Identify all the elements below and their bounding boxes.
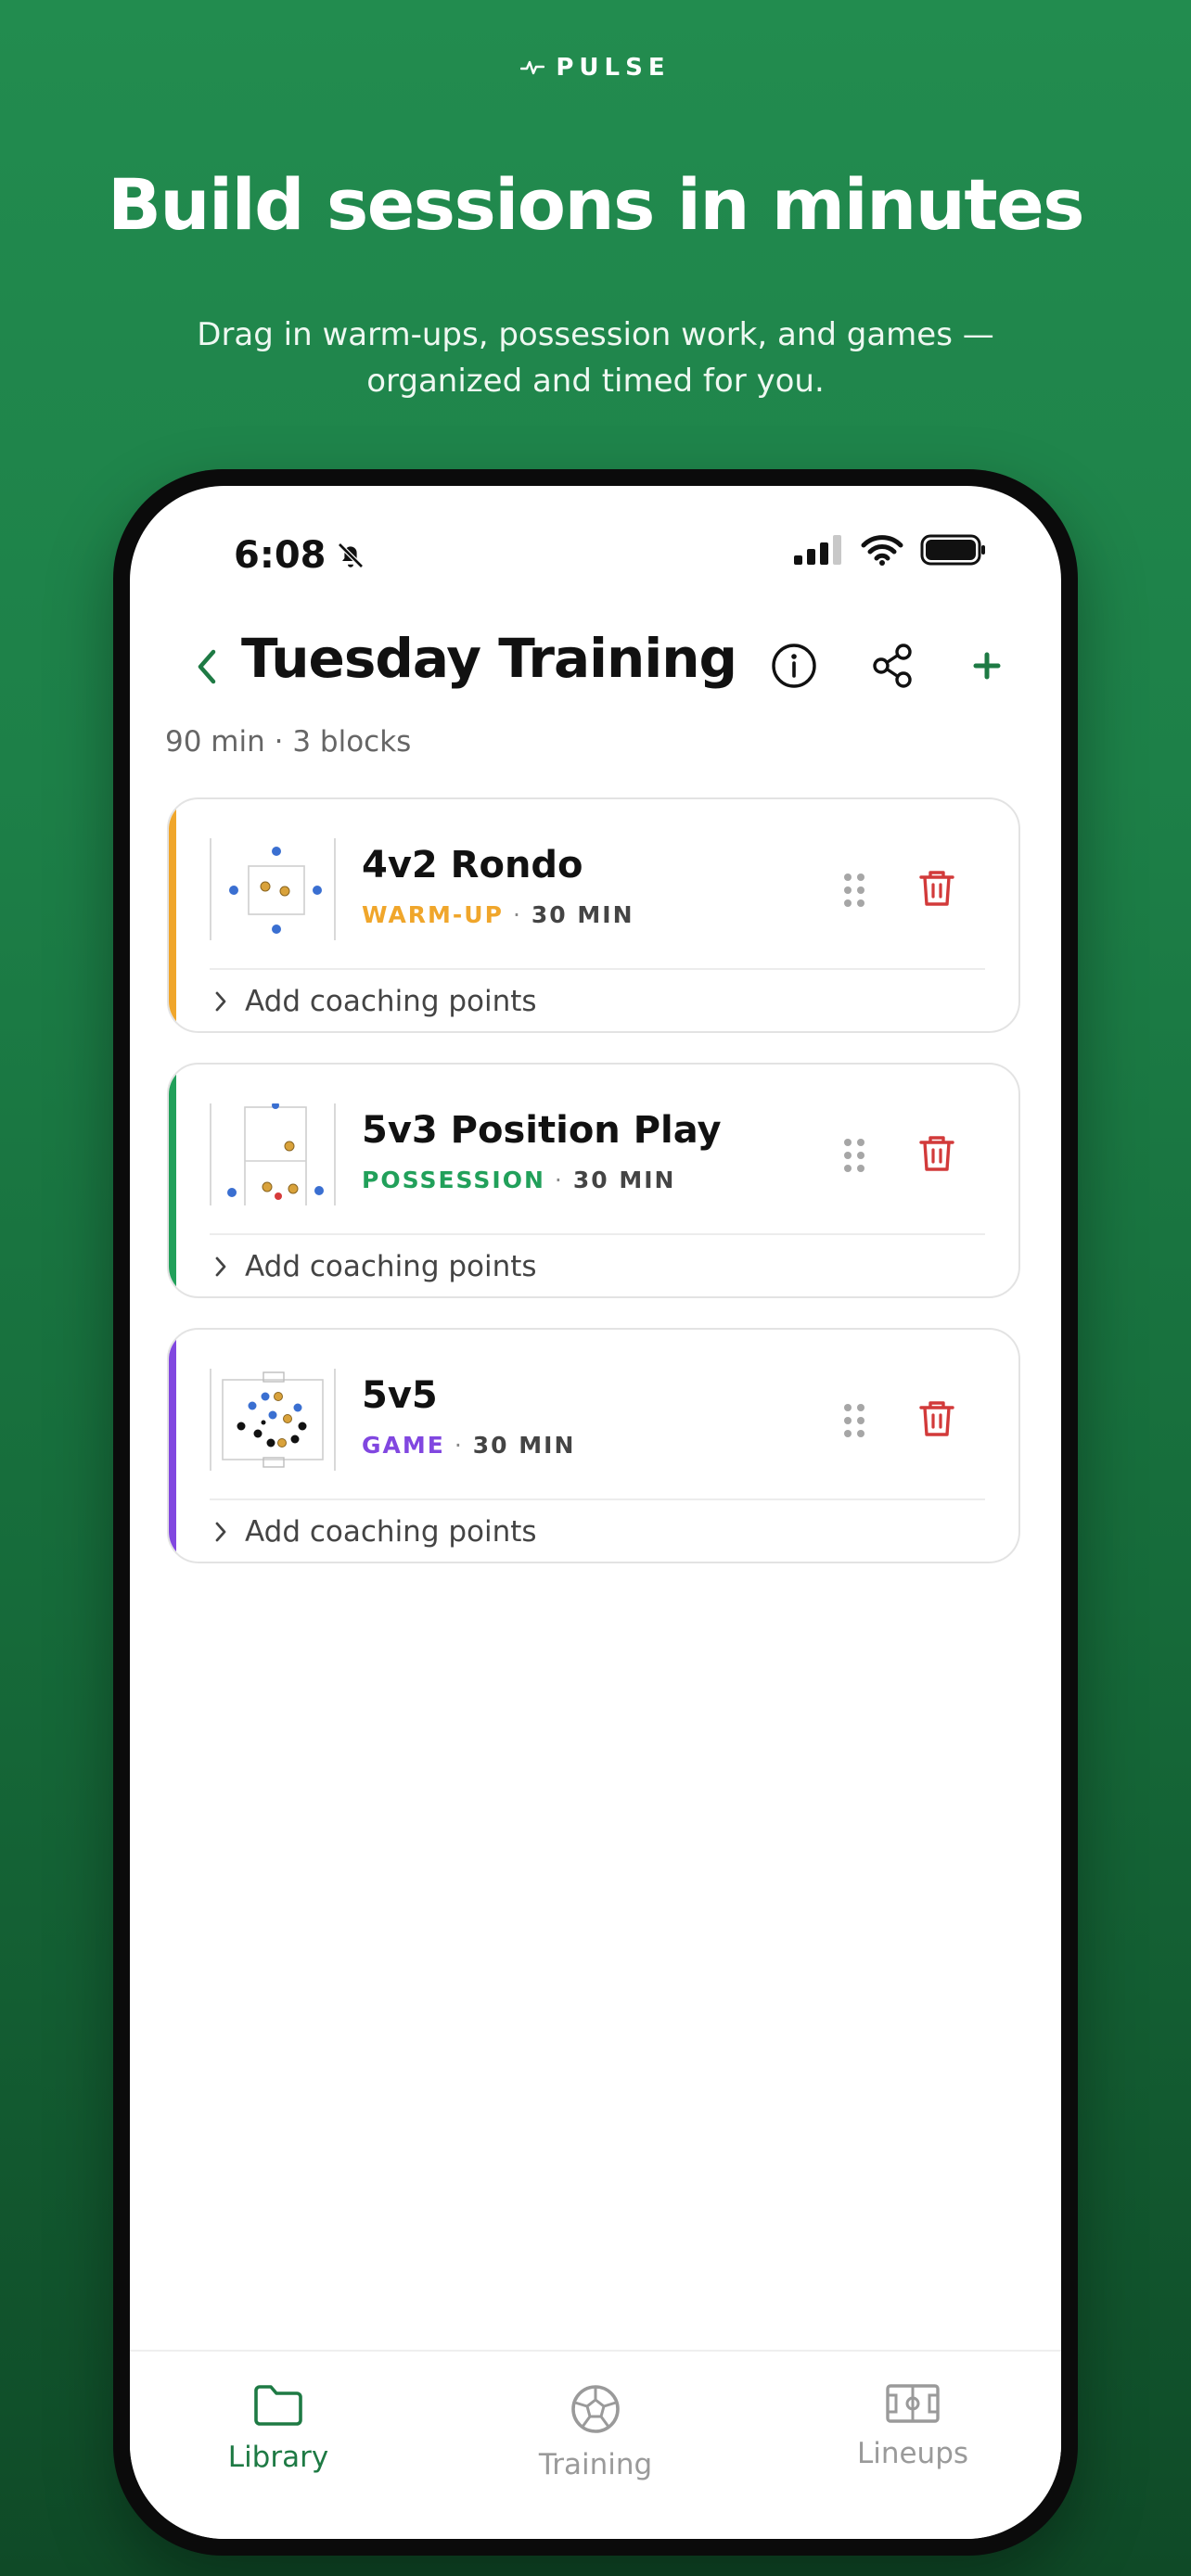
drill-title: 5v3 Position Play [362,1109,722,1152]
drill-category: GAME [362,1432,445,1459]
delete-button[interactable] [915,1131,959,1176]
signal-icon [794,535,841,565]
share-button[interactable] [864,638,920,694]
tab-label: Lineups [856,2437,969,2470]
battery-icon [920,534,985,566]
pitch-icon [886,2384,940,2423]
status-indicators [794,534,987,566]
back-button[interactable] [184,642,230,692]
phone-frame: 6:08 Tuesday Training 90 min · 3 blocks … [113,469,1078,2556]
tab-label: Library [227,2441,329,2474]
coaching-points-toggle[interactable]: Add coaching points [213,985,537,1018]
drill-meta: WARM-UP · 30 MIN [362,901,634,928]
info-icon [772,644,816,688]
drill-card[interactable]: 5v3 Position Play POSSESSION · 30 MIN Ad… [167,1063,1020,1298]
chevron-left-icon [198,649,216,684]
chevron-right-icon [215,1522,226,1542]
trash-icon [919,871,954,906]
drag-handle-icon [844,874,864,907]
info-button[interactable] [766,638,822,694]
coaching-points-toggle[interactable]: Add coaching points [213,1515,537,1549]
drill-diagram-thumbnail [210,1102,336,1218]
drag-handle[interactable] [840,1135,868,1176]
marketing-headline: Build sessions in minutes [108,163,1085,246]
brand-name: PULSE [556,54,671,82]
chevron-right-icon [215,991,226,1012]
drag-handle-icon [844,1139,864,1172]
trash-icon [919,1401,954,1436]
card-divider [210,1498,985,1500]
category-accent-bar [169,1065,176,1296]
share-icon [873,644,912,688]
app-screen: 6:08 Tuesday Training 90 min · 3 blocks … [130,486,1061,2539]
brand-logo: PULSE [0,54,1191,82]
card-divider [210,968,985,970]
bell-slash-icon [337,542,364,568]
add-block-button[interactable] [959,638,1015,694]
page-title: Tuesday Training [241,627,737,690]
coaching-points-label: Add coaching points [245,1250,537,1283]
wifi-icon [861,535,903,566]
delete-button[interactable] [915,1396,959,1441]
status-time-text: 6:08 [234,534,327,577]
soccer-ball-icon [571,2385,620,2433]
coaching-points-toggle[interactable]: Add coaching points [213,1250,537,1283]
drill-diagram-thumbnail [210,1369,336,1471]
tab-label: Training [538,2448,653,2481]
session-meta: 90 min · 3 blocks [165,725,412,759]
category-accent-bar [169,1330,176,1562]
card-divider [210,1233,985,1235]
drill-meta: GAME · 30 MIN [362,1432,576,1459]
pulse-icon [520,60,545,75]
tab-lineups[interactable]: Lineups [801,2383,1024,2470]
drill-category: WARM-UP [362,901,504,928]
trash-icon [919,1136,954,1171]
drill-meta: POSSESSION · 30 MIN [362,1167,676,1193]
drill-diagram-thumbnail [210,838,336,940]
drag-handle[interactable] [840,870,868,911]
drill-card[interactable]: 5v5 GAME · 30 MIN Add coaching points [167,1328,1020,1563]
coaching-points-label: Add coaching points [245,985,537,1018]
drag-handle[interactable] [840,1400,868,1441]
tab-bar: Library Training Lineups [130,2350,1061,2539]
drill-card[interactable]: 4v2 Rondo WARM-UP · 30 MIN Add coaching … [167,797,1020,1033]
drill-duration: 30 MIN [531,901,634,928]
marketing-subhead: Drag in warm-ups, possession work, and g… [197,316,994,400]
coaching-points-label: Add coaching points [245,1515,537,1549]
drag-handle-icon [844,1404,864,1437]
drill-duration: 30 MIN [472,1432,576,1459]
folder-icon [254,2385,302,2426]
drill-duration: 30 MIN [572,1167,676,1193]
chevron-right-icon [215,1256,226,1277]
drill-title: 5v5 [362,1374,438,1417]
status-time: 6:08 [234,534,367,577]
tab-library[interactable]: Library [167,2383,390,2474]
tab-training[interactable]: Training [484,2383,707,2481]
category-accent-bar [169,799,176,1031]
delete-button[interactable] [915,866,959,911]
drill-title: 4v2 Rondo [362,844,583,886]
drill-category: POSSESSION [362,1167,545,1193]
plus-icon [973,652,1001,680]
